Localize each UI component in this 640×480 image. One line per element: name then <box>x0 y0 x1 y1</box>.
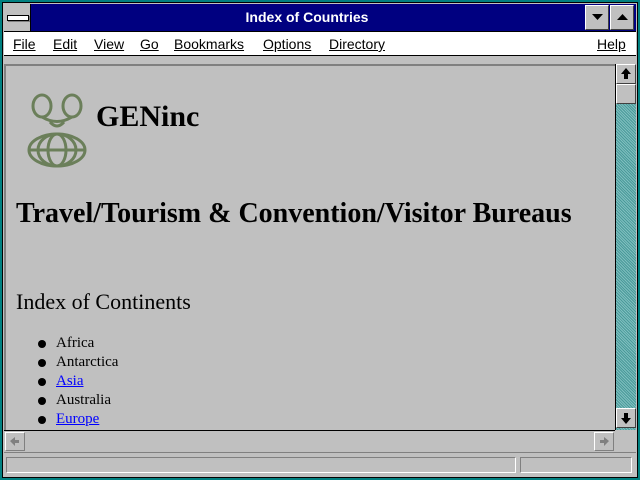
continent-africa: Africa <box>56 335 95 351</box>
continent-list: Africa Antarctica Asia Australia Europe <box>36 334 118 429</box>
arrow-left-icon <box>10 437 19 446</box>
menu-bookmarks[interactable]: Bookmarks <box>174 36 244 52</box>
arrow-up-icon <box>621 68 631 79</box>
scroll-down-button[interactable] <box>616 408 636 428</box>
menu-options[interactable]: Options <box>263 36 311 52</box>
status-message-panel <box>6 457 516 473</box>
arrow-down-icon <box>621 413 631 424</box>
menu-options-label: Options <box>263 36 312 52</box>
list-item: Asia <box>36 372 118 391</box>
toolbar-separator <box>4 56 636 64</box>
status-progress-panel <box>520 457 632 473</box>
bullet-icon <box>38 397 46 405</box>
vertical-scroll-thumb[interactable] <box>616 84 636 104</box>
scroll-right-button[interactable] <box>594 432 614 451</box>
bullet-icon <box>38 416 46 424</box>
document-view: GENinc Travel/Tourism & Convention/Visit… <box>4 64 615 430</box>
menu-file-label: File <box>13 36 36 52</box>
scroll-up-button[interactable] <box>616 64 636 84</box>
genealogy-globe-logo <box>27 93 87 168</box>
menu-go[interactable]: Go <box>140 36 159 52</box>
menu-edit[interactable]: Edit <box>53 36 77 52</box>
arrow-right-icon <box>600 437 609 446</box>
status-bar <box>4 452 636 476</box>
list-item: Australia <box>36 391 118 410</box>
bullet-icon <box>38 359 46 367</box>
list-item: Europe <box>36 410 118 429</box>
minimize-button[interactable] <box>585 5 609 30</box>
list-item: Antarctica <box>36 353 118 372</box>
menu-file[interactable]: File <box>13 36 36 52</box>
menu-go-label: Go <box>140 36 159 52</box>
horizontal-scrollbar[interactable] <box>4 430 615 451</box>
section-heading: Index of Continents <box>16 289 191 314</box>
continent-antarctica: Antarctica <box>56 354 119 370</box>
menu-view-label: View <box>94 36 125 52</box>
scrollbar-corner <box>615 430 636 451</box>
maximize-button[interactable] <box>610 5 634 30</box>
menu-directory[interactable]: Directory <box>329 36 385 52</box>
minimize-arrow-icon <box>592 14 603 20</box>
page-heading: Travel/Tourism & Convention/Visitor Bure… <box>16 198 572 229</box>
menu-bookmarks-label: Bookmarks <box>174 36 245 52</box>
menu-help[interactable]: Help <box>597 36 626 52</box>
menu-help-label: Help <box>597 36 626 52</box>
menu-view[interactable]: View <box>94 36 124 52</box>
vertical-scrollbar[interactable] <box>615 64 636 430</box>
system-menu-button[interactable] <box>4 4 31 31</box>
window-title: Index of Countries <box>245 9 369 25</box>
menu-edit-label: Edit <box>53 36 78 52</box>
system-menu-icon <box>7 15 29 21</box>
menu-directory-label: Directory <box>329 36 386 52</box>
list-item: Africa <box>36 334 118 353</box>
bullet-icon <box>38 340 46 348</box>
bullet-icon <box>38 378 46 386</box>
menu-bar: File Edit View Go Bookmarks Options Dire… <box>4 32 636 56</box>
link-europe[interactable]: Europe <box>56 411 99 427</box>
link-asia[interactable]: Asia <box>56 373 84 389</box>
scroll-left-button[interactable] <box>5 432 25 451</box>
continent-australia: Australia <box>56 392 111 408</box>
maximize-arrow-icon <box>617 14 628 20</box>
brand-name: GENinc <box>96 100 200 133</box>
